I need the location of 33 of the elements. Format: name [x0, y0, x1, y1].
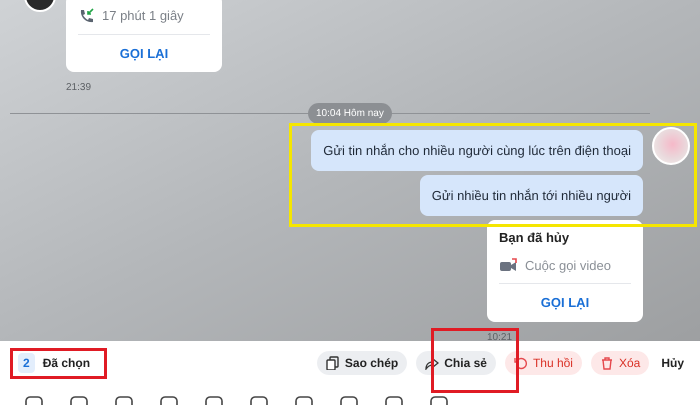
copy-icon — [326, 356, 340, 370]
recall-button[interactable]: Thu hồi — [504, 351, 582, 375]
delete-button[interactable]: Xóa — [590, 351, 650, 375]
message-time: 10:21 — [487, 330, 514, 341]
toolbar-icon — [70, 396, 88, 405]
selected-label: Đã chọn — [42, 355, 90, 372]
cancel-button[interactable]: Hủy — [655, 351, 690, 375]
toolbar-icon — [430, 396, 448, 405]
call-type: Cuộc gọi video — [525, 256, 611, 275]
share-button[interactable]: Chia sẻ — [416, 351, 496, 375]
copy-button[interactable]: Sao chép — [316, 351, 408, 375]
toolbar-icon — [385, 396, 403, 405]
undo-icon — [514, 356, 528, 370]
toolbar-icon — [205, 396, 223, 405]
avatar — [652, 127, 690, 165]
toolbar-icon — [340, 396, 358, 405]
selected-count: 2 — [18, 353, 35, 373]
message-bubble: Gửi nhiều tin nhắn tới nhiều người — [420, 175, 643, 216]
call-duration: 17 phút 1 giây — [102, 7, 184, 25]
call-again-button[interactable]: GỌI LẠI — [540, 284, 590, 322]
call-title: Bạn đã hủy — [499, 229, 570, 247]
share-arrow-icon — [425, 356, 440, 370]
message-bubble: Gửi tin nhắn cho nhiều người cùng lúc trên điện thoại — [311, 130, 643, 171]
toolbar-icon — [115, 396, 133, 405]
phone-incoming-icon — [78, 8, 94, 24]
trash-icon — [600, 356, 614, 370]
toolbar-icon — [160, 396, 178, 405]
toolbar-icon — [295, 396, 313, 405]
video-camera-icon — [499, 258, 517, 272]
toolbar-icon — [250, 396, 268, 405]
toolbar-icon — [25, 396, 43, 405]
call-again-button[interactable]: GỌI LẠI — [120, 34, 168, 72]
message-time: 21:39 — [66, 81, 92, 95]
